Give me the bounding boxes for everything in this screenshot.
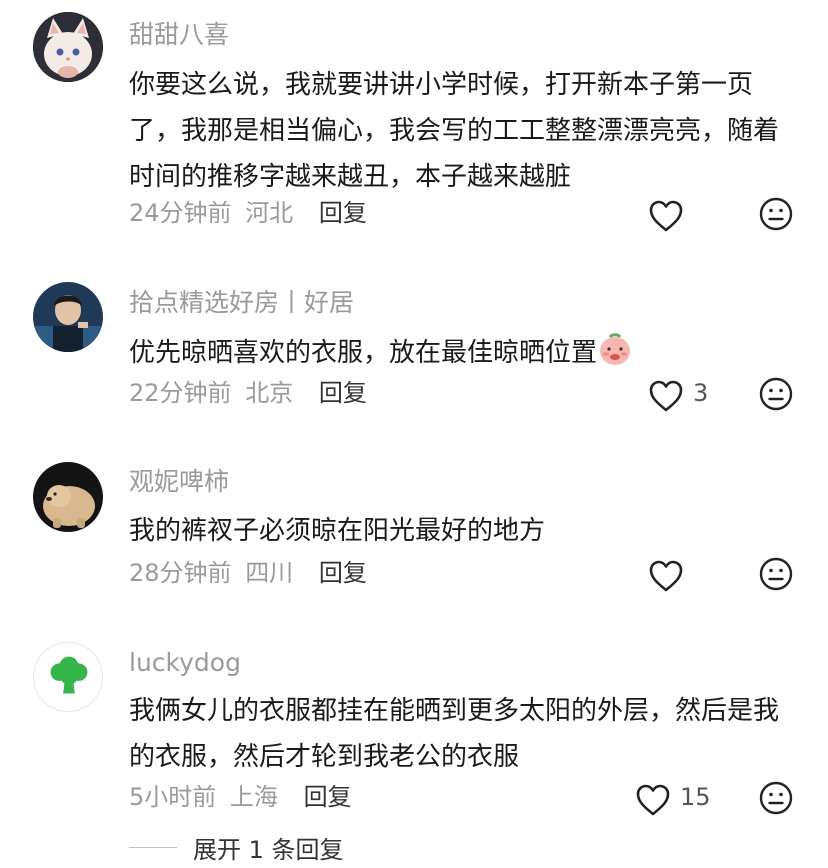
- neutral-face-icon: [759, 197, 793, 231]
- heart-outline-icon: [636, 784, 670, 816]
- dislike-button[interactable]: [758, 196, 798, 236]
- heart-outline-icon: [649, 560, 683, 592]
- comment-location: 四川: [245, 559, 294, 587]
- avatar[interactable]: [33, 12, 103, 82]
- comment-location: 上海: [229, 783, 278, 811]
- avatar[interactable]: [33, 642, 103, 712]
- neutral-face-icon: [759, 557, 793, 591]
- comment-meta: 22分钟前 北京 回复: [129, 376, 367, 410]
- comment-item: 拾点精选好房丨好居 优先晾晒喜欢的衣服，放在最佳晾晒位置 22分钟前 北京 回复…: [0, 282, 828, 432]
- username[interactable]: 甜甜八喜: [129, 17, 229, 53]
- comment-location: 河北: [245, 199, 294, 227]
- expand-replies-label: 展开 1 条回复: [193, 836, 344, 864]
- blushing-emoji-icon: [597, 331, 633, 382]
- comment-time: 24分钟前: [129, 199, 232, 227]
- username[interactable]: luckydog: [129, 645, 241, 681]
- comment-meta: 5小时前 上海 回复: [129, 780, 352, 814]
- like-button[interactable]: [635, 780, 675, 820]
- reply-button[interactable]: 回复: [319, 379, 367, 407]
- reply-button[interactable]: 回复: [319, 559, 367, 587]
- like-count: 15: [680, 783, 711, 811]
- like-button[interactable]: [648, 556, 688, 596]
- neutral-face-icon: [759, 377, 793, 411]
- comment-text: 你要这么说，我就要讲讲小学时候，打开新本子第一页了，我那是相当偏心，我会写的工工…: [129, 70, 780, 192]
- dislike-button[interactable]: [758, 376, 798, 416]
- heart-outline-icon: [649, 380, 683, 412]
- divider-line: [129, 847, 177, 848]
- dislike-button[interactable]: [758, 780, 798, 820]
- heart-outline-icon: [649, 200, 683, 232]
- like-button[interactable]: [648, 376, 688, 416]
- comment-location: 北京: [245, 379, 294, 407]
- comment-meta: 24分钟前 河北 回复: [129, 196, 367, 230]
- comment-item: luckydog 我俩女儿的衣服都挂在能晒到更多太阳的外层，然后是我的衣服，然后…: [0, 642, 828, 822]
- comment-text: 优先晾晒喜欢的衣服，放在最佳晾晒位置: [129, 330, 789, 382]
- comment-meta: 28分钟前 四川 回复: [129, 556, 367, 590]
- avatar[interactable]: [33, 462, 103, 532]
- comment-item: 观妮啤柿 我的裤衩子必须晾在阳光最好的地方 28分钟前 四川 回复: [0, 462, 828, 612]
- comment-time: 5小时前: [129, 783, 217, 811]
- username[interactable]: 拾点精选好房丨好居: [129, 285, 354, 321]
- reply-button[interactable]: 回复: [319, 199, 367, 227]
- like-count: 3: [693, 379, 709, 407]
- avatar[interactable]: [33, 282, 103, 352]
- neutral-face-icon: [759, 781, 793, 815]
- like-button[interactable]: [648, 196, 688, 236]
- username[interactable]: 观妮啤柿: [129, 464, 229, 500]
- dislike-button[interactable]: [758, 556, 798, 596]
- reply-button[interactable]: 回复: [304, 783, 352, 811]
- comment-text: 我俩女儿的衣服都挂在能晒到更多太阳的外层，然后是我的衣服，然后才轮到我老公的衣服: [129, 696, 780, 772]
- comment-time: 28分钟前: [129, 559, 232, 587]
- comment-time: 22分钟前: [129, 379, 232, 407]
- comment-text: 我的裤衩子必须晾在阳光最好的地方: [129, 516, 546, 546]
- expand-replies-button[interactable]: 展开 1 条回复: [129, 830, 344, 865]
- comment-text-content: 优先晾晒喜欢的衣服，放在最佳晾晒位置: [129, 338, 598, 368]
- comment-item: 甜甜八喜 你要这么说，我就要讲讲小学时候，打开新本子第一页了，我那是相当偏心，我…: [0, 12, 828, 242]
